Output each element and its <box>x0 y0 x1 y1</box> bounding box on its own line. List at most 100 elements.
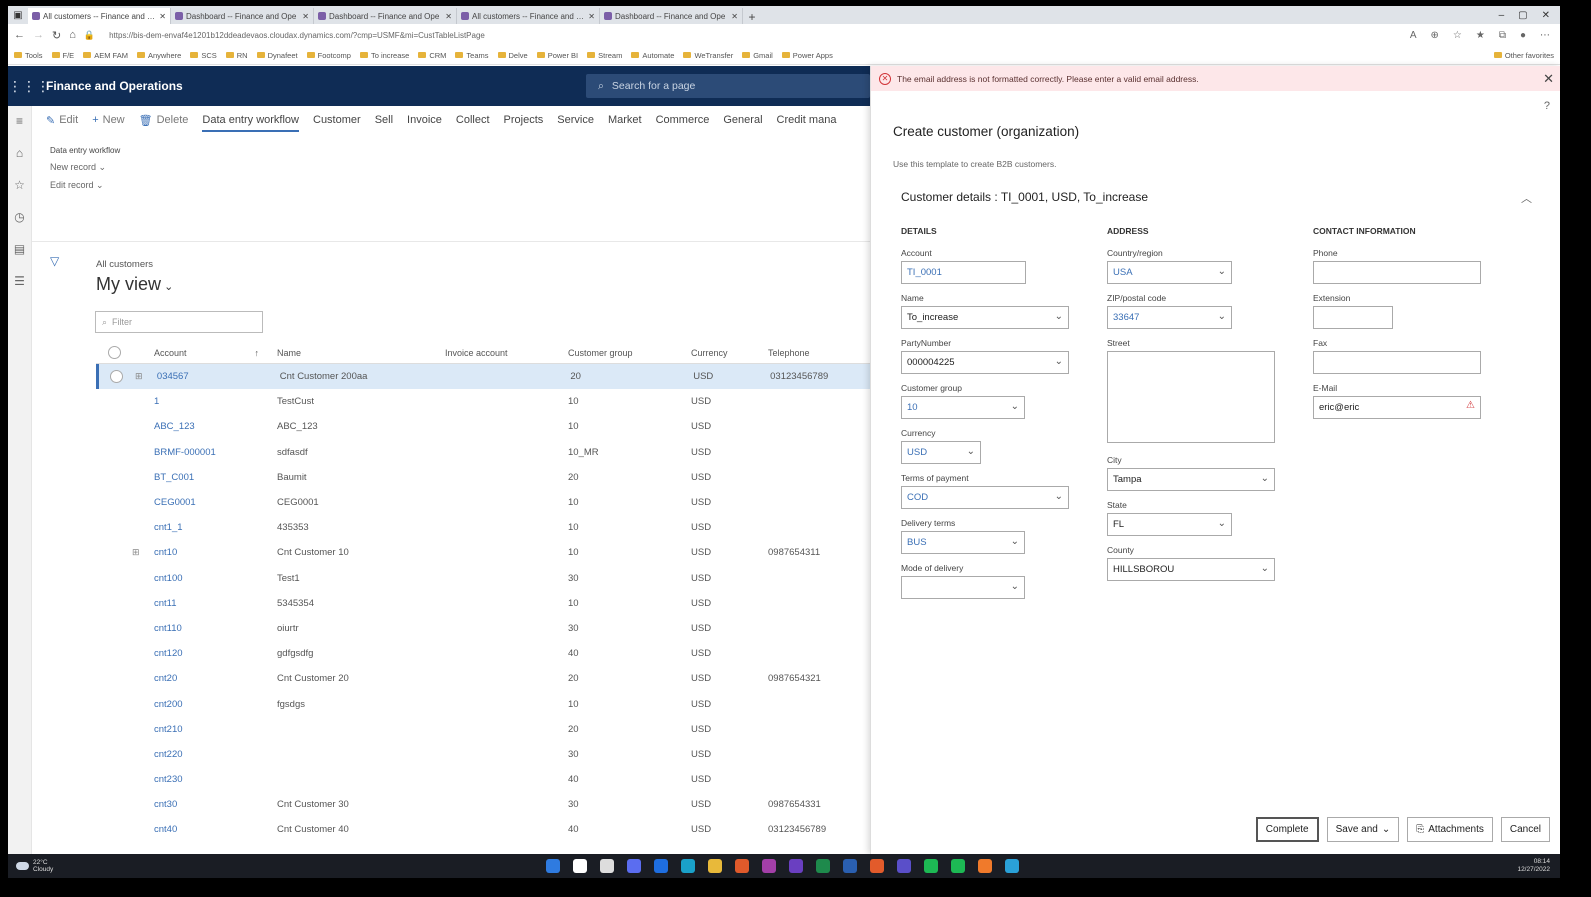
hamburger-icon[interactable]: ≡ <box>16 114 23 128</box>
action-tab[interactable]: Sell <box>375 114 393 126</box>
bookmark-item[interactable]: Power BI <box>536 51 578 60</box>
delivery-terms-field[interactable]: BUS ⌄ <box>901 531 1025 554</box>
table-row[interactable]: cnt1_1 435353 10 USD <box>96 515 870 540</box>
account-cell[interactable]: cnt120 <box>154 648 277 659</box>
column-account[interactable]: Account ↑ <box>154 348 277 358</box>
favorite-icon[interactable]: ☆ <box>1453 30 1462 41</box>
modules-nav-icon[interactable]: ☰ <box>14 274 25 288</box>
table-row[interactable]: BRMF-000001 sdfasdf 10_MR USD <box>96 440 870 465</box>
name-field[interactable]: To_increase ⌄ <box>901 306 1069 329</box>
bookmark-item[interactable]: To increase <box>359 51 409 60</box>
action-tab[interactable]: General <box>723 114 762 126</box>
zip-field[interactable]: 33647 ⌄ <box>1107 306 1232 329</box>
taskbar-app-icon[interactable] <box>1005 859 1019 873</box>
read-aloud-icon[interactable]: A <box>1410 30 1417 41</box>
browser-tab[interactable]: Dashboard -- Finance and Ope ✕ <box>314 8 457 24</box>
select-all-radio[interactable] <box>96 346 132 359</box>
table-row[interactable]: 1 TestCust 10 USD <box>96 389 870 414</box>
table-row[interactable]: ⊞ 034567 Cnt Customer 200aa 20 USD 0312345678… <box>96 364 870 390</box>
account-cell[interactable]: cnt20 <box>154 673 277 684</box>
street-field[interactable] <box>1107 351 1275 443</box>
new-button[interactable]: + New <box>92 114 124 126</box>
system-clock[interactable]: 08:14 12/27/2022 <box>1517 858 1560 874</box>
bookmark-item[interactable]: Gmail <box>742 51 773 60</box>
account-cell[interactable]: 034567 <box>157 371 280 382</box>
table-row[interactable]: cnt230 40 USD <box>96 767 870 792</box>
taskbar-app-icon[interactable] <box>708 859 722 873</box>
table-row[interactable]: CEG0001 CEG0001 10 USD <box>96 490 870 515</box>
party-number-field[interactable]: 000004225 ⌄ <box>901 351 1069 374</box>
taskbar-app-icon[interactable] <box>816 859 830 873</box>
account-cell[interactable]: cnt40 <box>154 824 277 835</box>
column-customer-group[interactable]: Customer group <box>568 348 691 358</box>
profile-icon[interactable]: ● <box>1520 30 1526 41</box>
account-cell[interactable]: 1 <box>154 396 277 407</box>
taskbar-app-icon[interactable] <box>789 859 803 873</box>
back-icon[interactable]: ← <box>14 29 25 41</box>
new-tab-button[interactable]: + <box>743 10 761 24</box>
county-field[interactable]: HILLSBOROU ⌄ <box>1107 558 1275 581</box>
browser-tab[interactable]: Dashboard -- Finance and Ope ✕ <box>600 8 743 24</box>
action-tab[interactable]: Service <box>557 114 594 126</box>
action-tab[interactable]: Customer <box>313 114 361 126</box>
browser-tab[interactable]: All customers -- Finance and Op ✕ <box>28 8 171 24</box>
weather-widget[interactable]: 22°C Cloudy <box>8 859 53 873</box>
app-launcher-icon[interactable]: ⋮⋮⋮ <box>8 78 50 95</box>
action-tab[interactable]: Commerce <box>656 114 710 126</box>
forward-icon[interactable]: → <box>33 29 44 41</box>
taskbar-app-icon[interactable] <box>762 859 776 873</box>
close-window-icon[interactable]: ✕ <box>1542 10 1550 21</box>
taskbar-app-icon[interactable] <box>924 859 938 873</box>
close-icon[interactable]: ✕ <box>1543 71 1554 87</box>
phone-field[interactable] <box>1313 261 1481 284</box>
taskbar-app-icon[interactable] <box>654 859 668 873</box>
bookmark-item[interactable]: Power Apps <box>781 51 833 60</box>
taskbar-app-icon[interactable] <box>978 859 992 873</box>
bookmark-item[interactable]: SCS <box>190 51 217 60</box>
account-cell[interactable]: cnt11 <box>154 598 277 609</box>
bookmark-item[interactable]: Delve <box>497 51 528 60</box>
cancel-button[interactable]: Cancel <box>1500 817 1550 842</box>
table-row[interactable]: ⊞ cnt10 Cnt Customer 10 10 USD 0987654311 <box>96 540 870 565</box>
table-row[interactable]: cnt200 fgsdgs 10 USD <box>96 691 870 716</box>
state-field[interactable]: FL ⌄ <box>1107 513 1232 536</box>
bookmark-item[interactable]: Teams <box>455 51 489 60</box>
table-row[interactable]: BT_C001 Baumit 20 USD <box>96 465 870 490</box>
attachments-button[interactable]: ⎘ Attachments <box>1407 817 1493 842</box>
action-tab[interactable]: Credit mana <box>777 114 837 126</box>
other-favorites[interactable]: Other favorites <box>1493 51 1554 60</box>
refresh-icon[interactable]: ↻ <box>52 29 61 42</box>
account-cell[interactable]: cnt30 <box>154 799 277 810</box>
mode-of-delivery-field[interactable]: ⌄ <box>901 576 1025 599</box>
city-field[interactable]: Tampa ⌄ <box>1107 468 1275 491</box>
close-tab-icon[interactable]: ✕ <box>159 12 166 21</box>
account-cell[interactable]: cnt220 <box>154 749 277 760</box>
table-row[interactable]: cnt210 20 USD <box>96 717 870 742</box>
browser-tab[interactable]: All customers -- Finance and Op ✕ <box>457 8 600 24</box>
table-row[interactable]: cnt11 5345354 10 USD <box>96 591 870 616</box>
maximize-icon[interactable]: ▢ <box>1518 10 1527 21</box>
table-row[interactable]: cnt220 30 USD <box>96 742 870 767</box>
bookmark-item[interactable]: Tools <box>14 51 43 60</box>
taskbar-app-icon[interactable] <box>627 859 641 873</box>
fax-field[interactable] <box>1313 351 1481 374</box>
close-tab-icon[interactable]: ✕ <box>302 12 309 21</box>
bookmark-item[interactable]: Dynafeet <box>256 51 298 60</box>
zoom-icon[interactable]: ⊕ <box>1430 30 1438 41</box>
bookmark-item[interactable]: Footcomp <box>306 51 351 60</box>
action-tab[interactable]: Invoice <box>407 114 442 126</box>
close-tab-icon[interactable]: ✕ <box>445 12 452 21</box>
action-tab[interactable]: Data entry workflow <box>202 114 299 132</box>
table-row[interactable]: cnt120 gdfgsdfg 40 USD <box>96 641 870 666</box>
account-cell[interactable]: BRMF-000001 <box>154 447 277 458</box>
column-currency[interactable]: Currency <box>691 348 768 358</box>
bookmark-item[interactable]: WeTransfer <box>683 51 733 60</box>
extension-field[interactable] <box>1313 306 1393 329</box>
currency-field[interactable]: USD ⌄ <box>901 441 981 464</box>
complete-button[interactable]: Complete <box>1255 817 1319 842</box>
taskbar-app-icon[interactable] <box>681 859 695 873</box>
email-field[interactable]: eric@eric ⚠ <box>1313 396 1481 419</box>
section-header[interactable]: Customer details : TI_0001, USD, To_incr… <box>901 190 1148 204</box>
view-selector[interactable]: My view ⌄ <box>96 274 173 295</box>
taskbar-app-icon[interactable] <box>870 859 884 873</box>
